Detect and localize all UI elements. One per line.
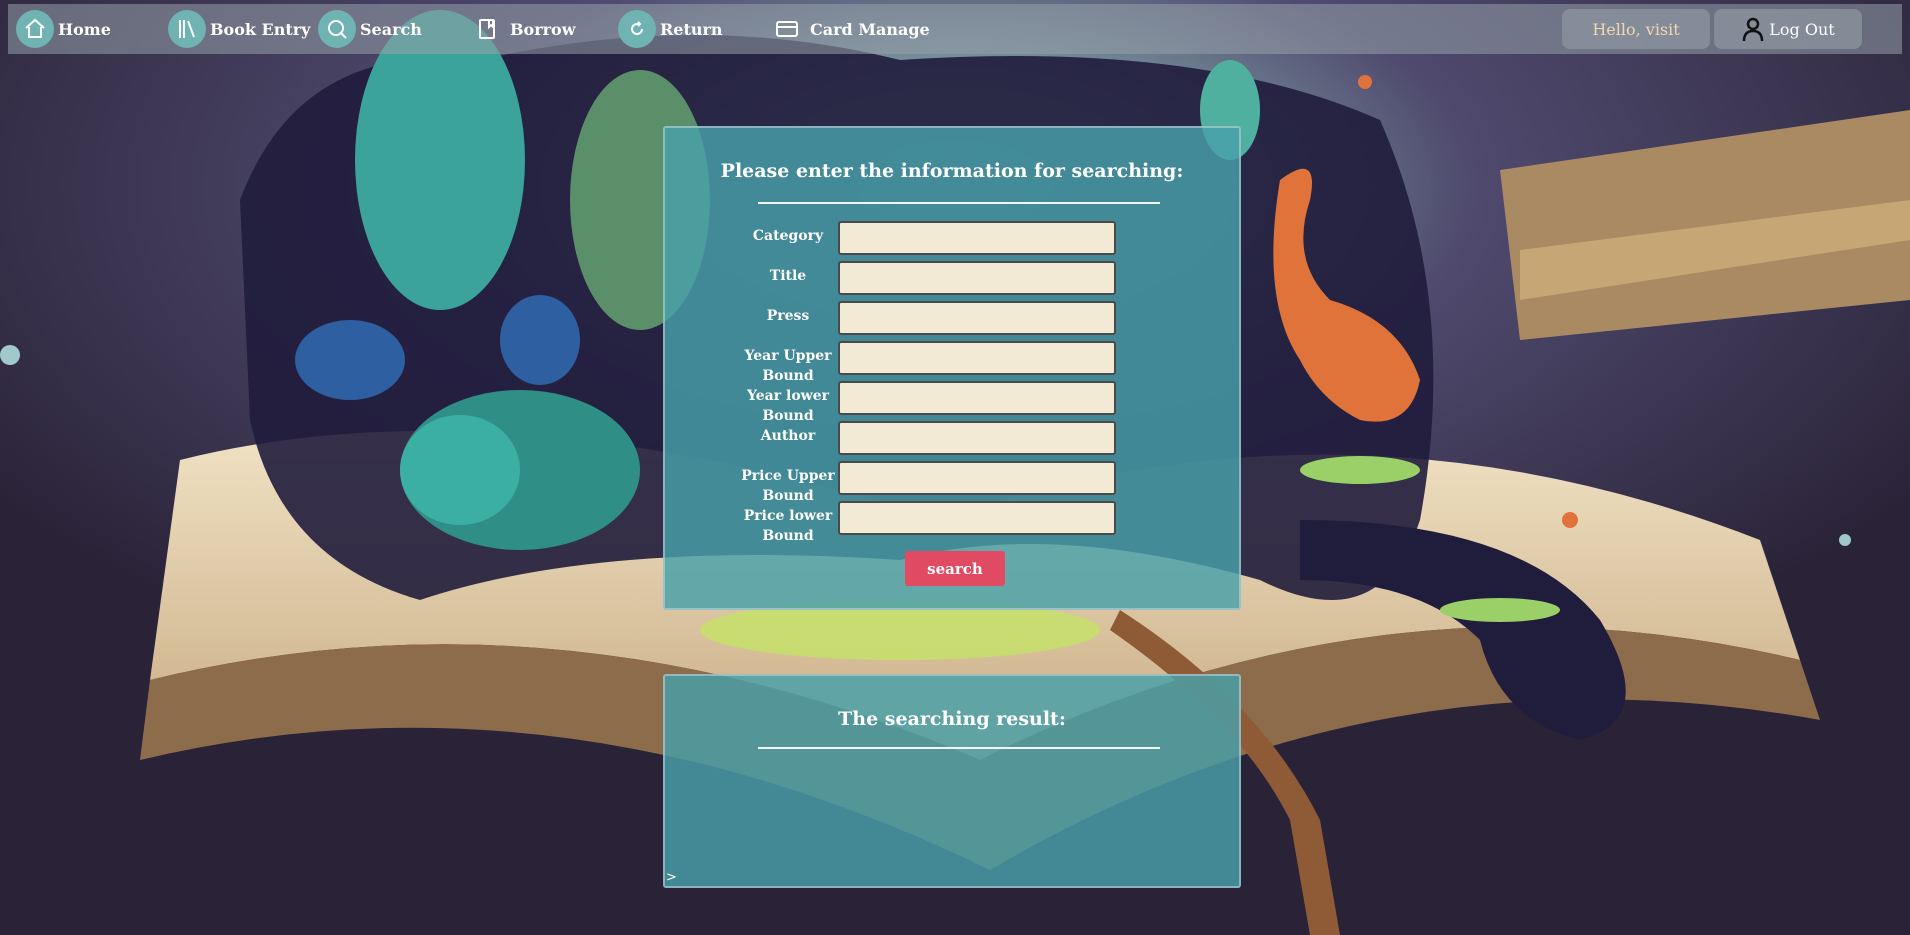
result-panel-title: The searching result: xyxy=(838,708,1066,730)
search-panel: Please enter the information for searchi… xyxy=(663,126,1241,610)
nav-borrow[interactable]: Borrow xyxy=(468,10,576,48)
author-input[interactable] xyxy=(838,421,1116,455)
price-upper-bound-input[interactable] xyxy=(838,461,1116,495)
greeting-text: Hello, visit xyxy=(1592,19,1680,39)
nav-home[interactable]: Home xyxy=(16,10,111,48)
user-icon xyxy=(1743,17,1764,42)
press-label: Press xyxy=(766,308,810,324)
books-icon xyxy=(168,10,206,48)
price-lower-bound-label: Price lower Bound xyxy=(743,508,833,544)
magnifier-icon xyxy=(318,10,356,48)
nav-book-entry[interactable]: Book Entry xyxy=(168,10,310,48)
nav-return[interactable]: Return xyxy=(618,10,723,48)
nav-search-label: Search xyxy=(360,19,422,39)
year-upper-bound-label: Year Upper Bound xyxy=(744,348,832,384)
year-lower-bound-input[interactable] xyxy=(838,381,1116,415)
nav-home-label: Home xyxy=(58,19,111,39)
nav-book-entry-label: Book Entry xyxy=(210,19,311,39)
nav-card-manage[interactable]: Card Manage xyxy=(768,10,930,48)
title-label: Title xyxy=(769,268,807,284)
card-icon xyxy=(768,10,806,48)
nav-return-label: Return xyxy=(660,19,723,39)
year-upper-bound-input[interactable] xyxy=(838,341,1116,375)
category-label: Category xyxy=(752,228,824,244)
search-button[interactable]: search xyxy=(905,551,1005,586)
result-divider xyxy=(758,747,1160,749)
title-input[interactable] xyxy=(838,261,1116,295)
logout-label: Log Out xyxy=(1769,19,1835,39)
return-icon xyxy=(618,10,656,48)
author-label: Author xyxy=(760,428,816,444)
category-input[interactable] xyxy=(838,221,1116,255)
search-panel-title: Please enter the information for searchi… xyxy=(720,160,1184,182)
home-icon xyxy=(16,10,54,48)
price-lower-bound-input[interactable] xyxy=(838,501,1116,535)
result-prompt: > xyxy=(666,870,677,885)
logout-button[interactable]: Log Out xyxy=(1714,9,1862,49)
title-divider xyxy=(758,202,1160,204)
nav-card-manage-label: Card Manage xyxy=(810,19,930,39)
nav-search[interactable]: Search xyxy=(318,10,422,48)
year-lower-bound-label: Year lower Bound xyxy=(747,388,829,424)
nav-borrow-label: Borrow xyxy=(510,19,576,39)
result-panel: The searching result: > xyxy=(663,674,1241,888)
price-upper-bound-label: Price Upper Bound xyxy=(741,468,835,504)
book-icon xyxy=(468,10,506,48)
greeting-badge: Hello, visit xyxy=(1562,9,1710,49)
press-input[interactable] xyxy=(838,301,1116,335)
